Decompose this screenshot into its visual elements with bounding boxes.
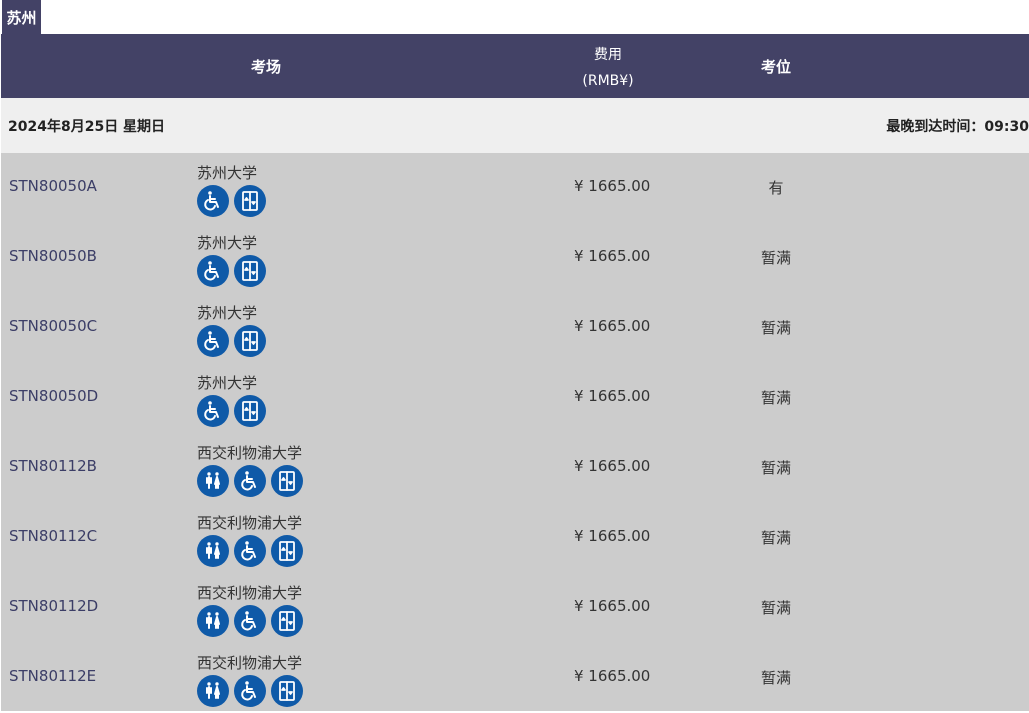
session-code[interactable]: STN80112C [9, 527, 97, 545]
header-seat: 考位 [760, 57, 791, 76]
facility-icons [197, 325, 266, 357]
latest-arrival-time: 最晚到达时间：09:30 [886, 118, 1029, 135]
header-fee: 费用 (RMB¥) [556, 42, 660, 94]
elevator-icon [234, 255, 266, 287]
elevator-icon [234, 185, 266, 217]
session-list: STN80050A 苏州大学 ¥ 1665.00 有 STN80050B 苏州大… [1, 153, 1029, 711]
venue-name: 西交利物浦大学 [197, 584, 303, 602]
wheelchair-icon [197, 255, 229, 287]
exam-date: 2024年8月25日 星期日 [8, 118, 166, 135]
restroom-icon [197, 535, 229, 567]
session-fee: ¥ 1665.00 [574, 597, 651, 615]
elevator-icon [271, 605, 303, 637]
header-fee-currency: (RMB¥) [582, 73, 634, 89]
elevator-icon [271, 535, 303, 567]
session-fee: ¥ 1665.00 [574, 527, 651, 545]
wheelchair-icon [234, 535, 266, 567]
restroom-icon [197, 605, 229, 637]
facility-icons [197, 465, 303, 497]
date-row: 2024年8月25日 星期日 最晚到达时间：09:30 [1, 98, 1029, 153]
session-code[interactable]: STN80112E [9, 667, 96, 685]
wheelchair-icon [234, 605, 266, 637]
facility-icons [197, 255, 266, 287]
seat-status: 暂满 [760, 599, 791, 617]
session-fee: ¥ 1665.00 [574, 247, 651, 265]
session-code[interactable]: STN80050D [9, 387, 98, 405]
elevator-icon [271, 465, 303, 497]
wheelchair-icon [197, 395, 229, 427]
restroom-icon [197, 465, 229, 497]
table-row-stn80050a[interactable]: STN80050A 苏州大学 ¥ 1665.00 有 [1, 153, 1029, 223]
session-fee: ¥ 1665.00 [574, 457, 651, 475]
venue-name: 苏州大学 [197, 304, 258, 322]
city-tab-row: 苏州 [0, 0, 1029, 34]
session-fee: ¥ 1665.00 [574, 177, 651, 195]
session-code[interactable]: STN80050A [9, 177, 97, 195]
header-venue: 考场 [250, 57, 281, 76]
seat-status: 暂满 [760, 459, 791, 477]
seat-status: 有 [768, 179, 784, 197]
facility-icons [197, 395, 266, 427]
venue-name: 西交利物浦大学 [197, 514, 303, 532]
facility-icons [197, 605, 303, 637]
session-code[interactable]: STN80112B [9, 457, 97, 475]
session-code[interactable]: STN80050B [9, 247, 97, 265]
seat-status: 暂满 [760, 249, 791, 267]
session-fee: ¥ 1665.00 [574, 317, 651, 335]
table-header: 考场 费用 (RMB¥) 考位 [1, 34, 1029, 98]
table-row-stn80050d[interactable]: STN80050D 苏州大学 ¥ 1665.00 暂满 [1, 363, 1029, 433]
city-tab-suzhou[interactable]: 苏州 [2, 0, 41, 34]
table-row-stn80050b[interactable]: STN80050B 苏州大学 ¥ 1665.00 暂满 [1, 223, 1029, 293]
table-row-stn80112e[interactable]: STN80112E 西交利物浦大学 ¥ 1665.00 暂满 [1, 643, 1029, 713]
wheelchair-icon [197, 185, 229, 217]
venue-name: 苏州大学 [197, 234, 258, 252]
session-fee: ¥ 1665.00 [574, 387, 651, 405]
session-code[interactable]: STN80112D [9, 597, 98, 615]
venue-name: 苏州大学 [197, 374, 258, 392]
facility-icons [197, 535, 303, 567]
venue-name: 西交利物浦大学 [197, 654, 303, 672]
restroom-icon [197, 675, 229, 707]
table-row-stn80112d[interactable]: STN80112D 西交利物浦大学 ¥ 1665.00 暂满 [1, 573, 1029, 643]
session-fee: ¥ 1665.00 [574, 667, 651, 685]
elevator-icon [271, 675, 303, 707]
venue-name: 西交利物浦大学 [197, 444, 303, 462]
header-fee-label: 费用 [594, 47, 622, 63]
table-row-stn80112b[interactable]: STN80112B 西交利物浦大学 ¥ 1665.00 暂满 [1, 433, 1029, 503]
wheelchair-icon [197, 325, 229, 357]
seat-status: 暂满 [760, 389, 791, 407]
elevator-icon [234, 395, 266, 427]
session-code[interactable]: STN80050C [9, 317, 97, 335]
table-row-stn80050c[interactable]: STN80050C 苏州大学 ¥ 1665.00 暂满 [1, 293, 1029, 363]
seat-status: 暂满 [760, 529, 791, 547]
wheelchair-icon [234, 675, 266, 707]
wheelchair-icon [234, 465, 266, 497]
seat-status: 暂满 [760, 669, 791, 687]
facility-icons [197, 185, 266, 217]
table-row-stn80112c[interactable]: STN80112C 西交利物浦大学 ¥ 1665.00 暂满 [1, 503, 1029, 573]
facility-icons [197, 675, 303, 707]
elevator-icon [234, 325, 266, 357]
seat-status: 暂满 [760, 319, 791, 337]
venue-name: 苏州大学 [197, 164, 258, 182]
